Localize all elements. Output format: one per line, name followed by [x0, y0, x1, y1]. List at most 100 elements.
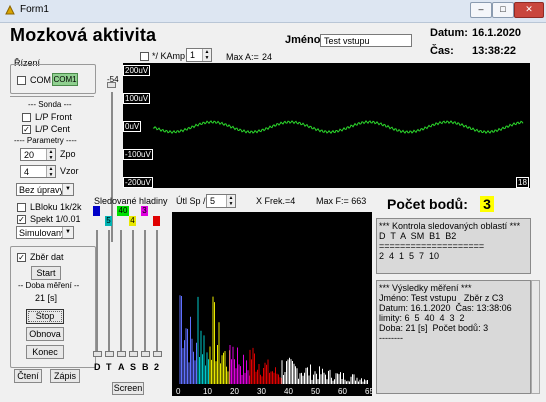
- channel-slider-track[interactable]: [120, 230, 122, 354]
- y-tick-label: -100uV: [123, 149, 153, 160]
- y-tick-label: 100uV: [123, 93, 151, 104]
- vzor-spinner[interactable]: 4 ▲ ▼: [20, 165, 56, 178]
- max-a-value: 24: [262, 52, 273, 62]
- vzor-label: Vzor: [60, 166, 79, 176]
- vzor-value: 4: [24, 167, 30, 177]
- channel-sliders: D 5 T 40 A 4 S 3 B 2: [90, 204, 170, 400]
- memo-line: --------: [379, 333, 403, 343]
- channel-slider-thumb[interactable]: [105, 351, 114, 357]
- channel-slider-track[interactable]: [132, 230, 134, 354]
- zapis-button[interactable]: Zápis: [50, 369, 80, 383]
- y-tick-label: -200uV: [123, 177, 153, 188]
- channel-slider-track[interactable]: [144, 230, 146, 354]
- eeg-signal-line: [152, 120, 524, 135]
- channel-slider-track[interactable]: [96, 230, 98, 354]
- chevron-down-icon[interactable]: ▼: [62, 227, 73, 238]
- memo-line: ====================: [379, 241, 485, 251]
- memo-kontrola[interactable]: *** Kontrola sledovaných oblastí *** D T …: [376, 218, 531, 274]
- spectrum-x-tick: 40: [284, 387, 293, 396]
- zpo-value: 20: [24, 150, 35, 160]
- name-label: Jméno:: [285, 34, 325, 46]
- spekt-checkbox[interactable]: ✓: [17, 215, 26, 224]
- channel-slider-thumb[interactable]: [129, 351, 138, 357]
- spectrum-band: [229, 345, 250, 384]
- close-button[interactable]: ✕: [514, 2, 544, 18]
- kamp-checkbox[interactable]: [140, 52, 149, 61]
- spectrum-x-tick: 0: [176, 387, 181, 396]
- spin-arrows-icon[interactable]: ▲ ▼: [46, 149, 55, 161]
- zber-dat-label: Zběr dat: [30, 252, 64, 262]
- simul-select[interactable]: Simulovaný ▼: [16, 226, 74, 239]
- konec-button[interactable]: Konec: [26, 345, 64, 359]
- y-tick-label: 200uV: [123, 65, 151, 76]
- scope-y-axis: 200uV 100uV 0uV -100uV -200uV: [123, 63, 153, 188]
- start-button[interactable]: Start: [31, 266, 61, 280]
- cteni-button[interactable]: Čtení: [14, 369, 42, 383]
- channel-label: B: [142, 362, 149, 372]
- spin-arrows-icon[interactable]: ▲ ▼: [202, 49, 211, 61]
- spin-arrows-icon[interactable]: ▲ ▼: [226, 195, 235, 207]
- zber-dat-checkbox[interactable]: ✓: [17, 253, 26, 262]
- date-value: 16.1.2020: [472, 27, 521, 39]
- channel-marker: 4: [129, 216, 136, 226]
- obnova-button[interactable]: Obnova: [26, 327, 64, 341]
- max-a-label: Max A:=: [226, 52, 259, 62]
- minimize-button[interactable]: –: [470, 2, 492, 18]
- com-checkbox[interactable]: [17, 76, 26, 85]
- lbloku-checkbox[interactable]: [17, 203, 26, 212]
- y-tick-label: 0uV: [123, 121, 142, 132]
- channel-marker: [153, 216, 160, 226]
- lp-cent-checkbox[interactable]: ✓: [22, 125, 31, 134]
- kamp-spinner[interactable]: 1 ▲ ▼: [186, 48, 212, 62]
- zpo-label: Zpo: [60, 149, 76, 159]
- channel-slider-thumb[interactable]: [93, 351, 102, 357]
- memo-vysledky[interactable]: *** Výsledky měření *** Jméno: Test vstup…: [376, 280, 531, 394]
- name-input[interactable]: Test vstupu: [320, 34, 412, 47]
- lp-cent-label: L/P Cent: [35, 124, 70, 134]
- channel-label: S: [130, 362, 137, 372]
- memo-line: Jméno: Test vstupu Zběr z C3: [379, 293, 504, 303]
- spectrum-svg: 0 10 20 30 40 50 60 65: [176, 295, 374, 396]
- chevron-down-icon[interactable]: ▼: [62, 184, 73, 195]
- app-title: Mozková aktivita: [10, 25, 157, 45]
- memo-scrollbar[interactable]: [531, 280, 540, 394]
- channel-slider-thumb[interactable]: [141, 351, 150, 357]
- scope-corner-label: 18: [516, 177, 529, 188]
- channel-marker: [93, 206, 100, 216]
- divider: [10, 96, 94, 97]
- time-label: Čas:: [430, 45, 454, 57]
- uprava-select[interactable]: Bez úpravy ▼: [16, 183, 74, 196]
- channel-slider-thumb[interactable]: [153, 351, 162, 357]
- memo-line: Doba: 21 [s] Počet bodů: 3: [379, 323, 489, 333]
- uprava-value: Bez úpravy: [19, 185, 65, 195]
- utl-spinner[interactable]: 5 ▲ ▼: [206, 194, 236, 208]
- channel-label: T: [106, 362, 112, 372]
- pocet-label: Počet bodů:: [387, 196, 468, 212]
- utl-value: 5: [210, 196, 216, 206]
- stop-button[interactable]: Stop: [26, 309, 64, 324]
- com-port-field[interactable]: COM1: [52, 73, 78, 86]
- com-label: COM: [30, 75, 51, 85]
- offset-slider-thumb[interactable]: [107, 82, 116, 88]
- channel-label: 2: [154, 362, 160, 372]
- date-label: Datum:: [430, 27, 468, 39]
- channel-marker: 5: [105, 216, 112, 226]
- channel-slider-track[interactable]: [156, 230, 158, 354]
- spectrum-band: [281, 357, 368, 384]
- spectrum-band: [179, 295, 197, 384]
- channel-slider-thumb[interactable]: [117, 351, 126, 357]
- spectrum-x-tick: 20: [230, 387, 239, 396]
- maxf-label: Max F:= 663: [316, 196, 367, 206]
- maximize-button[interactable]: □: [492, 2, 514, 18]
- screen-button[interactable]: Screen: [112, 382, 144, 395]
- lp-front-checkbox[interactable]: [22, 113, 31, 122]
- channel-slider-track[interactable]: [108, 230, 110, 354]
- spectrum-x-tick: 50: [311, 387, 320, 396]
- spin-arrows-icon[interactable]: ▲ ▼: [46, 166, 55, 178]
- scope-panel: [123, 63, 530, 188]
- memo-line: *** Kontrola sledovaných oblastí ***: [379, 221, 521, 231]
- time-value: 13:38:22: [472, 45, 517, 57]
- zpo-spinner[interactable]: 20 ▲ ▼: [20, 148, 56, 161]
- sonda-header: --- Sonda ---: [28, 100, 72, 109]
- channel-marker: 40: [117, 206, 129, 216]
